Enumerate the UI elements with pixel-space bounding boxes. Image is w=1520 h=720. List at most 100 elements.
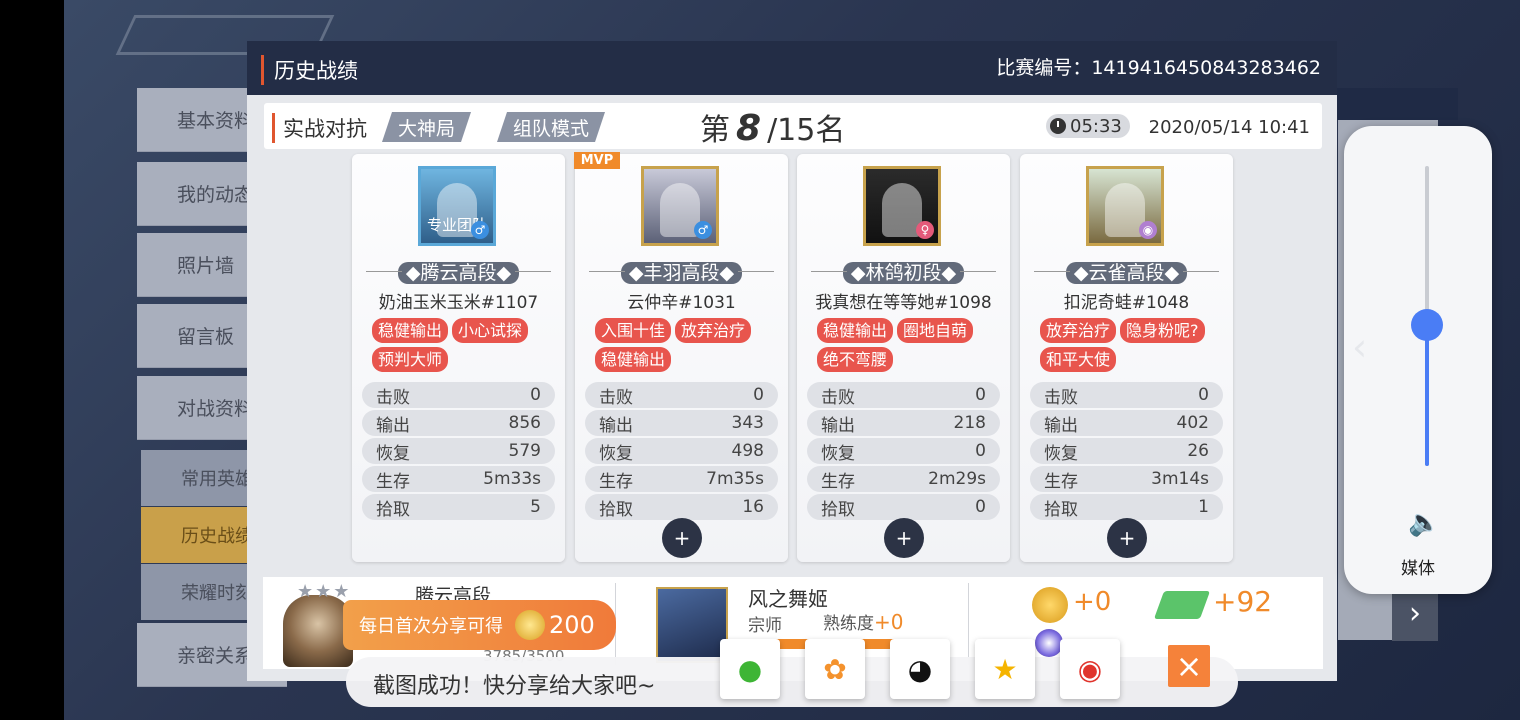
player-avatar[interactable]: ♀ [863, 166, 941, 246]
player-tag: 入围十佳 [595, 318, 672, 343]
match-info-row: 实战对抗 大神局 组队模式 第 8/15名 05:33 2020/05/14 10… [264, 103, 1322, 149]
proficiency-label: 熟练度 [823, 614, 874, 634]
divider [968, 583, 969, 665]
stat-value: 0 [975, 441, 986, 461]
stat-row-heal: 恢复 26 [1030, 438, 1223, 464]
stat-label: 输出 [376, 415, 410, 436]
stat-label: 拾取 [376, 499, 410, 520]
match-tag-expert: 大神局 [382, 112, 471, 142]
stat-label: 输出 [821, 415, 855, 436]
player-stats: 击败 0 输出 856 恢复 579 生存 5m33s 拾取 5 [362, 382, 555, 522]
add-friend-button[interactable]: + [662, 518, 702, 558]
qq-share-icon[interactable]: ◕ [890, 639, 950, 699]
hero-name: 风之舞姬 [748, 587, 828, 611]
add-friend-button[interactable]: + [884, 518, 924, 558]
rank-display: 第 8/15名 [700, 105, 845, 149]
stat-row-pickup: 拾取 16 [585, 494, 778, 520]
stat-row-heal: 恢复 498 [585, 438, 778, 464]
player-tag: 隐身粉呢? [1120, 318, 1205, 343]
player-tag: 绝不弯腰 [817, 347, 894, 372]
stat-label: 击败 [1044, 387, 1078, 408]
stat-row-survival: 生存 3m14s [1030, 466, 1223, 492]
stat-label: 恢复 [1044, 443, 1078, 464]
add-friend-button[interactable]: + [1107, 518, 1147, 558]
ticket-reward: +92 [1213, 585, 1273, 618]
player-tags: 放弃治疗 隐身粉呢? 和平大使 [1040, 318, 1225, 372]
stat-value: 7m35s [706, 469, 764, 489]
stat-label: 恢复 [821, 443, 855, 464]
stat-label: 拾取 [821, 499, 855, 520]
stat-value: 1 [1198, 497, 1209, 517]
stat-label: 输出 [599, 415, 633, 436]
female-gender-icon: ♀ [916, 221, 934, 239]
clock-icon [1050, 118, 1066, 134]
qzone-share-icon[interactable]: ★ [975, 639, 1035, 699]
stat-row-damage: 输出 402 [1030, 410, 1223, 436]
player-tags: 稳健输出 小心试探 预判大师 [372, 318, 557, 372]
back-arrow-icon[interactable]: ‹ [1352, 325, 1367, 369]
stat-value: 402 [1176, 413, 1209, 433]
stat-row-survival: 生存 5m33s [362, 466, 555, 492]
player-avatar[interactable]: ♂ [641, 166, 719, 246]
orb-icon [1035, 629, 1063, 657]
stat-row-pickup: 拾取 5 [362, 494, 555, 520]
player-card: 专业团队 ♂ ◆腾云高段◆ 奶油玉米玉米#1107 稳健输出 小心试探 预判大师… [352, 154, 565, 562]
close-share-button[interactable]: × [1168, 645, 1210, 687]
player-name: 扣泥奇蛙#1048 [1063, 293, 1190, 313]
player-card: ♀ ◆林鸽初段◆ 我真想在等等她#1098 稳健输出 圈地自萌 绝不弯腰 击败 0… [797, 154, 1010, 562]
stat-row-kills: 击败 0 [362, 382, 555, 408]
player-avatar[interactable]: ◉ [1086, 166, 1164, 246]
stat-row-survival: 生存 2m29s [807, 466, 1000, 492]
match-tag-team: 组队模式 [497, 112, 605, 142]
stat-label: 拾取 [599, 499, 633, 520]
coin-reward: +0 [1073, 587, 1112, 617]
player-stats: 击败 0 输出 343 恢复 498 生存 7m35s 拾取 16 [585, 382, 778, 522]
hero-rank: 宗师 [748, 616, 782, 636]
stat-label: 生存 [599, 471, 633, 492]
weibo-share-icon[interactable]: ◉ [1060, 639, 1120, 699]
player-tag: 和平大使 [1040, 347, 1117, 372]
stat-label: 拾取 [1044, 499, 1078, 520]
player-avatar[interactable]: 专业团队 ♂ [418, 166, 496, 246]
tier-label: ◆林鸽初段◆ [842, 262, 965, 284]
mvp-badge: MVP [574, 152, 620, 169]
stat-value: 579 [508, 441, 541, 461]
player-tag: 稳健输出 [372, 318, 449, 343]
player-name: 我真想在等等她#1098 [815, 293, 992, 313]
share-bar: 截图成功！快分享给大家吧~ ● ✿ ◕ ★ ◉ × [346, 639, 1238, 707]
volume-fill [1425, 325, 1429, 466]
duration-text: 05:33 [1070, 115, 1122, 137]
moments-share-icon[interactable]: ✿ [805, 639, 865, 699]
stat-row-survival: 生存 7m35s [585, 466, 778, 492]
stat-label: 生存 [376, 471, 410, 492]
panel-title: 历史战绩 [261, 55, 358, 85]
stat-value: 26 [1187, 441, 1209, 461]
player-tags: 稳健输出 圈地自萌 绝不弯腰 [817, 318, 1002, 372]
match-id: 比赛编号：1419416450843283462 [996, 57, 1321, 79]
stat-value: 856 [508, 413, 541, 433]
player-tier: ◆林鸽初段◆ [797, 258, 1010, 285]
wechat-share-icon[interactable]: ● [720, 639, 780, 699]
stat-label: 恢复 [599, 443, 633, 464]
volume-slider-knob[interactable] [1411, 309, 1443, 341]
rank-suffix: /15名 [767, 113, 846, 148]
player-stats: 击败 0 输出 402 恢复 26 生存 3m14s 拾取 1 [1030, 382, 1223, 522]
player-tag: 放弃治疗 [1040, 318, 1117, 343]
volume-label: 媒体 [1401, 559, 1435, 579]
stat-label: 击败 [821, 387, 855, 408]
stat-value: 498 [731, 441, 764, 461]
player-tier: ◆云雀高段◆ [1020, 258, 1233, 285]
stat-value: 16 [742, 497, 764, 517]
stat-label: 输出 [1044, 415, 1078, 436]
stat-row-pickup: 拾取 0 [807, 494, 1000, 520]
stat-value: 0 [975, 497, 986, 517]
stat-row-kills: 击败 0 [807, 382, 1000, 408]
stat-row-kills: 击败 0 [1030, 382, 1223, 408]
player-card: ◉ ◆云雀高段◆ 扣泥奇蛙#1048 放弃治疗 隐身粉呢? 和平大使 击败 0 输… [1020, 154, 1233, 562]
stat-value: 0 [753, 385, 764, 405]
panel-header: 历史战绩 比赛编号：1419416450843283462 [247, 41, 1337, 95]
speaker-icon[interactable]: 🔈 [1408, 508, 1440, 538]
tier-label: ◆云雀高段◆ [1065, 262, 1188, 284]
player-tag: 小心试探 [452, 318, 529, 343]
hero-portrait [656, 587, 728, 663]
